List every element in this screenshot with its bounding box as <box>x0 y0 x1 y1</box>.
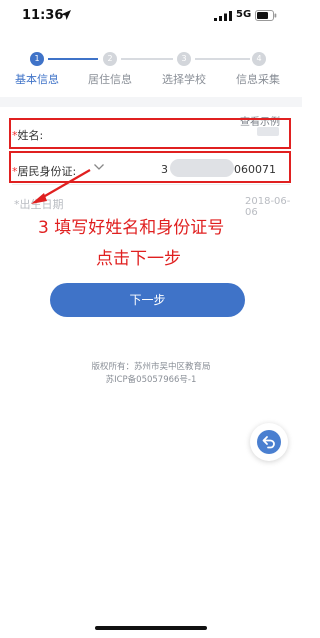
battery-icon <box>255 10 277 21</box>
footer-copyright: 版权所有：苏州市吴中区教育局 <box>91 362 211 372</box>
annotation-arrow-icon <box>31 169 91 204</box>
step-4-dot: 4 <box>252 52 266 66</box>
step-2-label: 居住信息 <box>88 73 132 86</box>
screen: 11:36 5G 1 2 3 4 基本信息 居住信息 选择学校 信息采集 查看示… <box>0 0 302 638</box>
step-1-dot: 1 <box>30 52 44 66</box>
step-connector-1 <box>48 58 98 60</box>
step-3-dot: 3 <box>177 52 191 66</box>
section-divider-band <box>0 97 302 107</box>
undo-arrow-icon <box>262 436 275 449</box>
annotation-instruction-line2: 点击下一步 <box>96 249 181 269</box>
footer-icp: 苏ICP备05057966号-1 <box>105 375 197 385</box>
home-indicator <box>95 626 207 630</box>
location-arrow-icon <box>61 10 71 20</box>
progress-stepper: 1 2 3 4 基本信息 居住信息 选择学校 信息采集 <box>0 48 302 88</box>
birth-date-value: 2018-06-06 <box>245 196 291 218</box>
step-connector-3 <box>195 58 250 60</box>
back-button-circle <box>257 430 281 454</box>
step-1-label: 基本信息 <box>15 73 59 86</box>
step-4-label: 信息采集 <box>236 73 280 86</box>
status-bar: 11:36 5G <box>0 0 302 34</box>
annotation-instruction-line1: 3 填写好姓名和身份证号 <box>38 218 225 238</box>
signal-icon <box>214 11 232 21</box>
step-2-dot: 2 <box>103 52 117 66</box>
network-type: 5G <box>236 9 252 20</box>
back-button[interactable] <box>250 423 288 461</box>
step-3-label: 选择学校 <box>162 73 206 86</box>
step-connector-2 <box>121 58 173 60</box>
status-time: 11:36 <box>22 8 64 23</box>
annotation-box-name <box>9 118 291 149</box>
next-step-button[interactable]: 下一步 <box>50 283 245 317</box>
